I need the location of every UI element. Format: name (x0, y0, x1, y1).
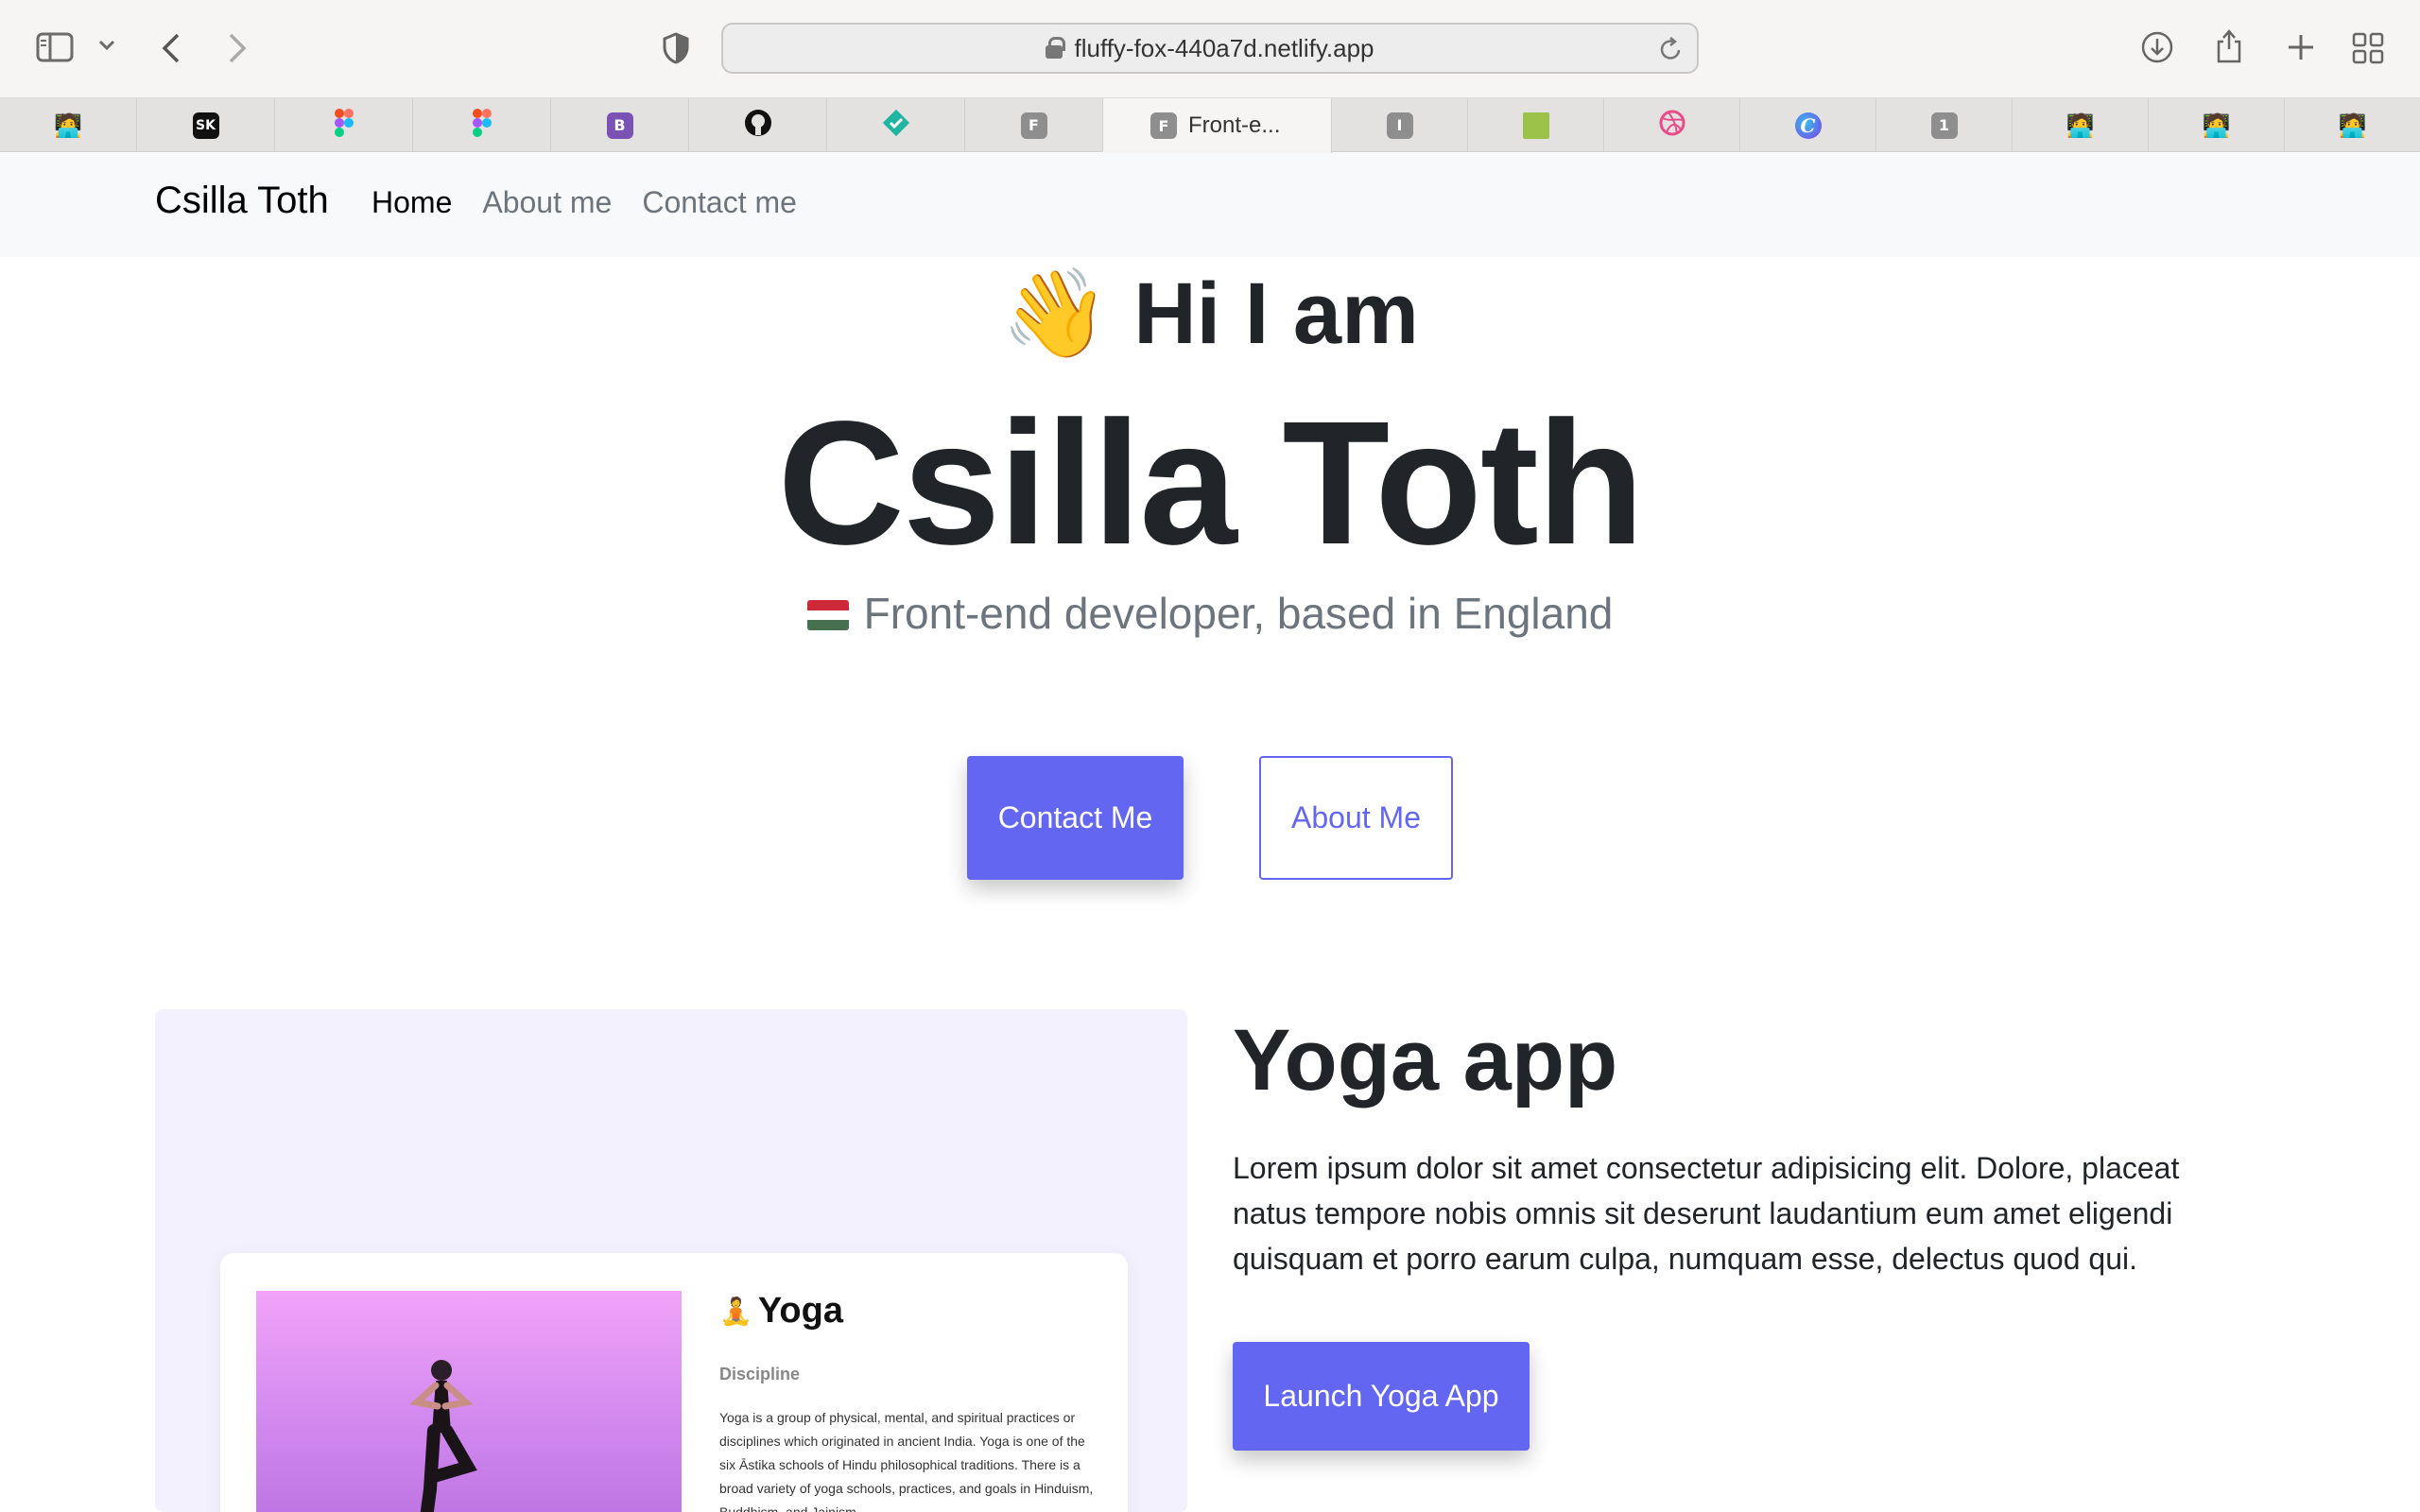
tab-2[interactable]: SK (137, 98, 275, 152)
meditation-icon: 🧘 (719, 1297, 752, 1326)
f-icon: F (1150, 112, 1177, 139)
navbar-brand[interactable]: Csilla Toth (155, 180, 329, 222)
shield-icon[interactable] (662, 32, 690, 64)
one-icon: 1 (1930, 112, 1958, 139)
about-me-button[interactable]: About Me (1259, 756, 1453, 880)
tab-6[interactable] (689, 98, 827, 152)
url-text: fluffy-fox-440a7d.netlify.app (1074, 33, 1374, 62)
tab-5[interactable]: B (551, 98, 689, 152)
tab-title: Front-e... (1188, 112, 1281, 138)
tab-8[interactable]: F (965, 98, 1103, 152)
tab-10[interactable]: I (1332, 98, 1468, 152)
github-icon (744, 109, 772, 142)
check-diamond-icon (882, 109, 910, 142)
tab-12[interactable] (1604, 98, 1740, 152)
launch-yoga-app-button[interactable]: Launch Yoga App (1233, 1342, 1530, 1451)
hero-name: Csilla Toth (777, 386, 1645, 581)
bootstrap-icon: B (606, 112, 633, 139)
avatar-icon: 🧑‍💻 (2338, 112, 2367, 139)
tab-11[interactable] (1468, 98, 1604, 152)
tab-16[interactable]: 🧑‍💻 (2149, 98, 2285, 152)
chevron-down-icon[interactable] (98, 40, 115, 51)
dribbble-icon (1658, 109, 1686, 142)
tab-overview-icon[interactable] (2352, 32, 2384, 64)
browser-toolbar: fluffy-fox-440a7d.netlify.app (0, 0, 2420, 98)
tab-3[interactable] (275, 98, 413, 152)
tab-4[interactable] (413, 98, 551, 152)
project-title: Yoga app (1233, 1012, 1618, 1108)
hero-greeting-text: Hi I am (1133, 266, 1419, 362)
figma-icon (472, 109, 492, 142)
avatar-icon: 🧑‍💻 (54, 112, 82, 139)
sk-icon: SK (192, 112, 219, 139)
tab-1[interactable]: 🧑‍💻 (0, 98, 137, 152)
back-icon[interactable] (161, 32, 182, 64)
avatar-icon: 🧑‍💻 (2202, 112, 2231, 139)
hero-greeting: 👋 Hi I am (0, 266, 2420, 362)
nav-link-about[interactable]: About me (482, 185, 612, 220)
yoga-preview-label: Discipline (719, 1365, 801, 1383)
nav-links: Home About me Contact me (372, 185, 797, 220)
tab-17[interactable]: 🧑‍💻 (2285, 98, 2420, 152)
reload-icon[interactable] (1659, 36, 1684, 67)
address-bar[interactable]: fluffy-fox-440a7d.netlify.app (721, 23, 1699, 74)
tab-13[interactable]: C (1740, 98, 1876, 152)
hungary-flag-icon (806, 600, 849, 630)
c-icon: C (1794, 112, 1822, 139)
grid-icon (1522, 112, 1549, 139)
tab-14[interactable]: 1 (1876, 98, 2013, 152)
tab-15[interactable]: 🧑‍💻 (2013, 98, 2149, 152)
figma-icon (334, 109, 354, 142)
tab-7[interactable] (827, 98, 965, 152)
hero-subtitle-text: Front-end developer, based in England (863, 589, 1614, 638)
lock-icon (1046, 37, 1066, 60)
waving-hand-icon: 👋 (1001, 266, 1110, 362)
contact-me-button[interactable]: Contact Me (967, 756, 1184, 880)
site-navbar: Csilla Toth Home About me Contact me (0, 153, 2420, 257)
yoga-app-screenshot: 🧘 Yoga Discipline Yoga is a group of phy… (220, 1253, 1128, 1512)
nav-link-contact[interactable]: Contact me (642, 185, 797, 220)
sidebar-toggle-icon[interactable] (36, 32, 74, 62)
download-icon[interactable] (2140, 30, 2174, 64)
i-icon: I (1386, 112, 1413, 139)
yoga-preview-text: Yoga is a group of physical, mental, and… (719, 1410, 1094, 1512)
forward-icon[interactable] (227, 32, 248, 64)
yoga-preview-title: 🧘 Yoga (719, 1291, 843, 1332)
new-tab-icon[interactable] (2286, 32, 2316, 62)
tab-bar: 🧑‍💻 SK B F F Front-e... I (0, 98, 2420, 153)
yoga-photo (256, 1291, 682, 1512)
hero-subtitle: Front-end developer, based in England (0, 588, 2420, 639)
project-description: Lorem ipsum dolor sit amet consectetur a… (1233, 1151, 2180, 1276)
tab-active-front-end[interactable]: F Front-e... (1103, 98, 1332, 153)
avatar-icon: 🧑‍💻 (2066, 112, 2095, 139)
yoga-preview-title-text: Yoga (757, 1291, 843, 1331)
project-preview-card: 🧘 Yoga Discipline Yoga is a group of phy… (155, 1009, 1187, 1512)
share-icon[interactable] (2214, 26, 2244, 64)
f-icon: F (1020, 112, 1047, 139)
nav-link-home[interactable]: Home (372, 185, 452, 220)
